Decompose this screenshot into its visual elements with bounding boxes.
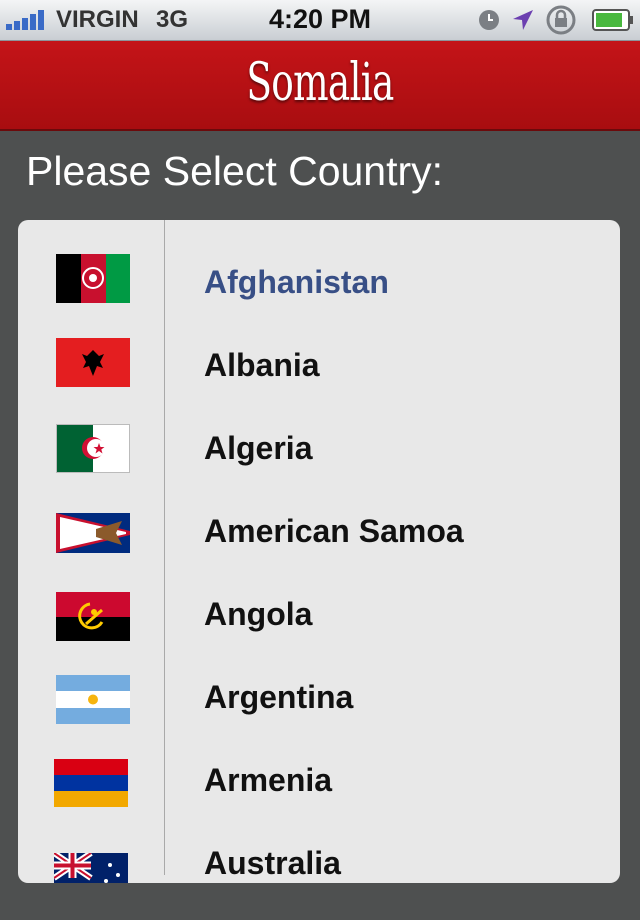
country-name: Albania: [204, 347, 320, 383]
list-item[interactable]: Afghanistan: [18, 244, 620, 327]
american-samoa-flag-icon: [56, 513, 130, 553]
list-item[interactable]: Angola: [18, 576, 620, 659]
country-name: Afghanistan: [204, 264, 389, 300]
country-list[interactable]: Afghanistan Albania Algeria American Sam…: [18, 220, 620, 883]
select-country-prompt: Please Select Country:: [26, 148, 444, 194]
albania-flag-icon: [56, 338, 130, 387]
australia-flag-icon: [54, 853, 128, 883]
country-name: Algeria: [204, 430, 313, 466]
rotation-lock-icon: [546, 5, 576, 35]
angola-flag-icon: [56, 592, 130, 641]
country-name: Armenia: [204, 762, 333, 798]
battery-icon: [592, 9, 633, 31]
list-item[interactable]: Albania: [18, 327, 620, 410]
clock-icon: [479, 10, 499, 30]
status-time: 4:20 PM: [268, 4, 372, 34]
afghanistan-flag-icon: [56, 254, 130, 303]
list-item[interactable]: American Samoa: [18, 493, 620, 576]
country-name: Argentina: [204, 679, 354, 715]
app-title: Somalia: [246, 53, 394, 113]
list-item[interactable]: Armenia: [18, 742, 620, 825]
title-bar: Somalia: [0, 41, 640, 131]
armenia-flag-icon: [54, 759, 128, 807]
status-bar: VIRGIN 3G 4:20 PM: [0, 0, 640, 41]
location-arrow-icon: [513, 10, 533, 30]
list-item[interactable]: Australia: [18, 825, 620, 883]
country-name: Australia: [204, 845, 341, 881]
list-item[interactable]: Algeria: [18, 410, 620, 493]
list-item[interactable]: Argentina: [18, 659, 620, 742]
country-name: Angola: [204, 596, 313, 632]
country-name: American Samoa: [204, 513, 464, 549]
argentina-flag-icon: [56, 675, 130, 724]
algeria-flag-icon: [56, 424, 130, 473]
